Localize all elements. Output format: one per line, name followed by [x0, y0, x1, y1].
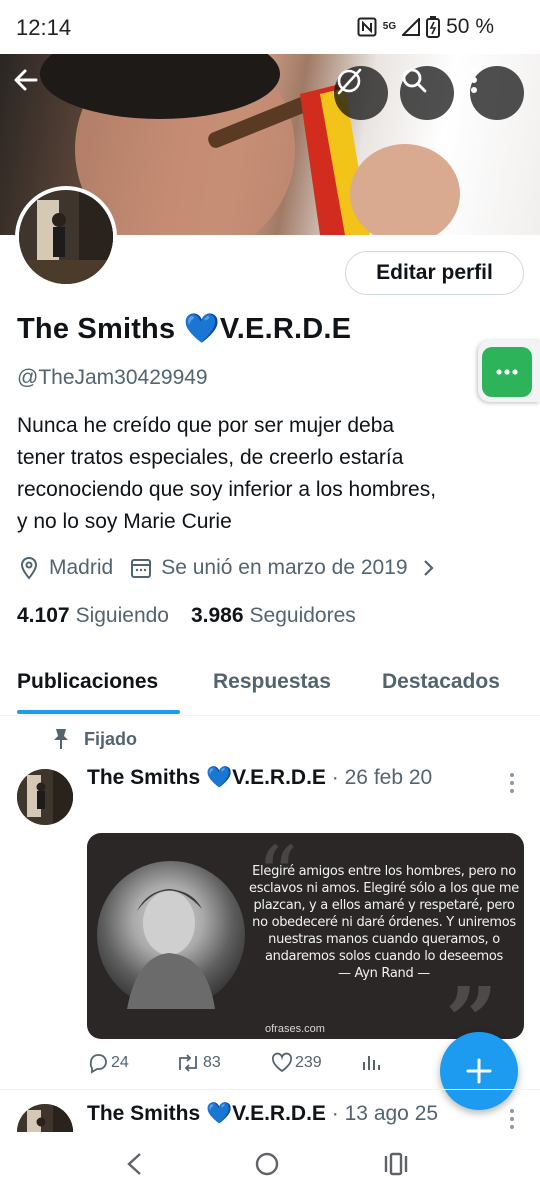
- like-count: 239: [295, 1054, 322, 1071]
- back-arrow-icon: [14, 69, 38, 91]
- blue-heart-emoji: 💙: [183, 313, 220, 345]
- views-button[interactable]: [361, 1052, 381, 1072]
- chat-bubble-icon[interactable]: [482, 347, 532, 397]
- nav-back-icon: [127, 1153, 141, 1175]
- floating-chat-widget[interactable]: [478, 340, 540, 402]
- pinned-indicator: Fijado: [52, 728, 137, 750]
- more-vertical-icon: [471, 67, 477, 93]
- compose-post-button[interactable]: [440, 1032, 518, 1110]
- followers-label: Seguidores: [249, 604, 356, 627]
- repost-count: 83: [203, 1054, 221, 1071]
- quote-text: Elegiré amigos entre los hombres, pero n…: [249, 864, 519, 964]
- profile-name: The Smiths 💙V.E.R.D.E: [17, 312, 351, 346]
- like-button[interactable]: 239: [271, 1052, 322, 1074]
- status-time: 12:14: [16, 15, 72, 40]
- following-label: Siguiendo: [75, 604, 169, 627]
- battery-level: 50 %: [446, 15, 494, 38]
- profile-bio: Nunca he creído que por ser mujer deba t…: [17, 414, 437, 533]
- post-date[interactable]: 26 feb 20: [345, 766, 433, 789]
- profile-name-suffix: V.E.R.D.E: [219, 313, 352, 345]
- edit-profile-button[interactable]: Editar perfil: [345, 251, 524, 295]
- following-link[interactable]: 4.107 Siguiendo: [17, 604, 169, 628]
- profile-stats: 4.107 Siguiendo 3.986 Seguidores: [17, 604, 356, 628]
- status-right: 5G 50 %: [357, 15, 494, 39]
- post-more-icon[interactable]: [505, 1108, 519, 1130]
- profile-tabs: Publicaciones Respuestas Destacados: [0, 658, 540, 716]
- status-bar: 12:14 5G 50 %: [0, 0, 540, 54]
- pinned-label: Fijado: [84, 728, 137, 749]
- post-media-image[interactable]: “ Elegiré amigos entre los hombres, pero…: [87, 833, 524, 1039]
- profile-joined[interactable]: Se unió en marzo de 2019: [161, 556, 407, 580]
- post-date[interactable]: 13 ago 25: [345, 1102, 438, 1125]
- views-chart-icon: [363, 1056, 380, 1070]
- post-separator: ·: [331, 1102, 339, 1125]
- reply-icon: [89, 1054, 107, 1074]
- avatar-image: [19, 190, 113, 284]
- network-type: 5G: [382, 21, 397, 32]
- location-pin-icon: [20, 556, 38, 580]
- profile-handle: @TheJam30429949: [17, 366, 208, 389]
- quote-block: Elegiré amigos entre los hombres, pero n…: [249, 863, 519, 982]
- nav-home-icon: [255, 1152, 279, 1176]
- reply-count: 24: [111, 1054, 129, 1071]
- grok-icon: [337, 68, 362, 95]
- close-quote-mark: ”: [445, 967, 498, 1039]
- image-watermark: ofrases.com: [265, 1023, 325, 1035]
- tab-publicaciones[interactable]: Publicaciones: [17, 670, 158, 694]
- battery-icon: [426, 16, 441, 38]
- nfc-icon: [357, 17, 377, 37]
- post-author[interactable]: The Smiths 💙V.E.R.D.E: [87, 1102, 326, 1125]
- profile-meta: Madrid Se unió en marzo de 2019: [17, 556, 440, 580]
- search-icon: [402, 68, 427, 93]
- post-avatar[interactable]: [17, 769, 73, 825]
- post-author[interactable]: The Smiths 💙V.E.R.D.E: [87, 766, 326, 789]
- profile-avatar-frame[interactable]: [15, 186, 117, 288]
- post-more-icon[interactable]: [505, 772, 519, 794]
- more-options-button[interactable]: [470, 66, 524, 120]
- plus-icon: [466, 1058, 492, 1084]
- search-button[interactable]: [400, 66, 454, 120]
- tab-respuestas[interactable]: Respuestas: [213, 670, 331, 694]
- followers-link[interactable]: 3.986 Seguidores: [191, 604, 356, 628]
- signal-icon: [402, 18, 421, 36]
- post-avatar[interactable]: [17, 1104, 73, 1132]
- following-count: 4.107: [17, 604, 70, 627]
- post-divider: [0, 1089, 540, 1090]
- reply-button[interactable]: 24: [87, 1052, 129, 1074]
- repost-button[interactable]: 83: [175, 1052, 221, 1074]
- nav-home-button[interactable]: [254, 1150, 280, 1183]
- pin-icon: [54, 729, 68, 749]
- heart-icon: [271, 1052, 293, 1073]
- post-actions: 24 83 239: [87, 1052, 387, 1078]
- grok-button[interactable]: [334, 66, 388, 120]
- profile-location: Madrid: [49, 556, 114, 579]
- back-button[interactable]: [12, 66, 66, 120]
- nav-back-button[interactable]: [122, 1150, 146, 1183]
- system-navigation-bar: [0, 1132, 540, 1200]
- followers-count: 3.986: [190, 604, 244, 627]
- profile-name-text: The Smiths: [17, 313, 176, 345]
- nav-recents-icon: [384, 1152, 408, 1176]
- avatar[interactable]: [19, 190, 113, 284]
- nav-recents-button[interactable]: [382, 1150, 410, 1183]
- portrait-photo: [97, 861, 245, 1009]
- post-separator: ·: [331, 766, 339, 789]
- active-tab-indicator: [17, 710, 180, 714]
- post-header: The Smiths 💙V.E.R.D.E · 13 ago 25: [87, 1102, 438, 1126]
- tab-destacados[interactable]: Destacados: [382, 670, 500, 694]
- chevron-right-icon[interactable]: [416, 556, 440, 580]
- calendar-icon: [131, 559, 152, 578]
- post-header: The Smiths 💙V.E.R.D.E · 26 feb 20: [87, 766, 432, 790]
- repost-icon: [179, 1054, 197, 1072]
